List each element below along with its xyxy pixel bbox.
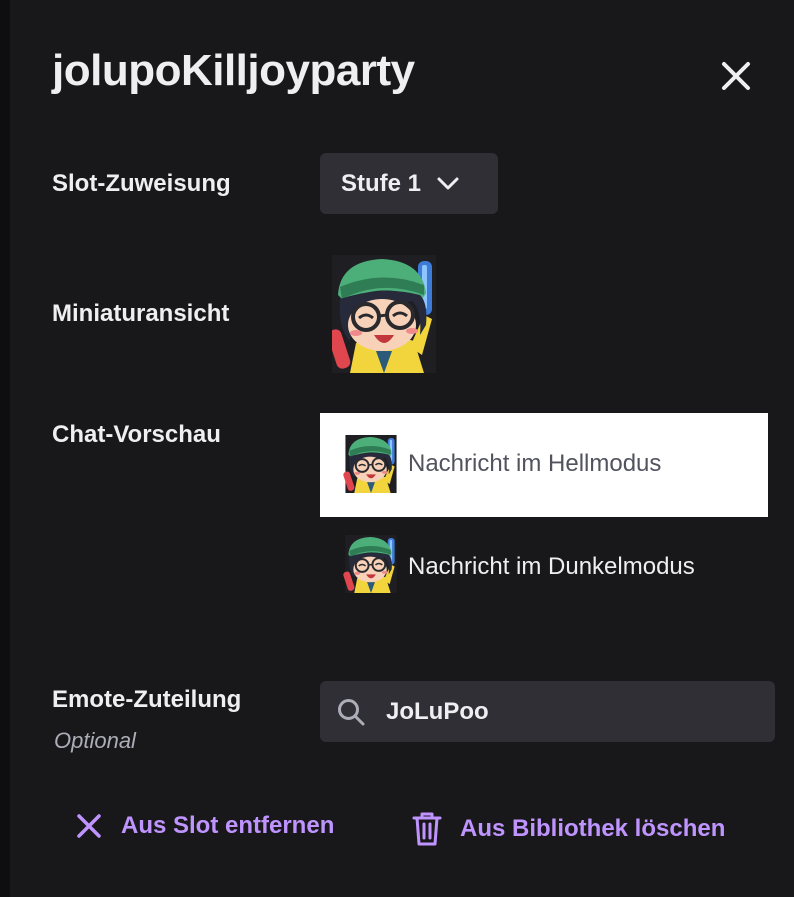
emote-settings-panel: jolupoKilljoyparty Slot-Zuweisung Stufe … [0, 0, 794, 897]
delete-from-library-button[interactable]: Aus Bibliothek löschen [412, 812, 725, 846]
search-input[interactable] [384, 696, 775, 727]
thumbnail-label: Miniaturansicht [52, 300, 230, 327]
slot-dropdown[interactable]: Stufe 1 [320, 153, 498, 214]
close-icon [719, 59, 753, 93]
slot-dropdown-value: Stufe 1 [341, 169, 422, 197]
trash-icon [412, 812, 442, 846]
emote-assignment-label: Emote-Zuteilung [52, 686, 242, 713]
light-mode-message: Nachricht im Hellmodus [408, 450, 662, 477]
close-button[interactable] [712, 52, 760, 100]
page-title: jolupoKilljoyparty [52, 46, 415, 95]
delete-from-library-label: Aus Bibliothek löschen [460, 815, 726, 842]
remove-from-slot-label: Aus Slot entfernen [121, 812, 335, 839]
chat-preview-label: Chat-Vorschau [52, 421, 221, 448]
dark-mode-message: Nachricht im Dunkelmodus [408, 553, 695, 580]
optional-hint: Optional [54, 728, 136, 753]
search-icon [334, 695, 368, 729]
panel-edge [0, 0, 10, 897]
emote-assignment-search[interactable] [320, 681, 775, 742]
remove-from-slot-button[interactable]: Aus Slot entfernen [75, 812, 334, 840]
emote-thumbnail [332, 255, 436, 373]
chevron-down-icon [437, 177, 459, 191]
light-preview-emote [343, 435, 398, 493]
slot-assignment-label: Slot-Zuweisung [52, 170, 231, 197]
x-icon [75, 812, 103, 840]
dark-preview-emote [343, 535, 398, 593]
